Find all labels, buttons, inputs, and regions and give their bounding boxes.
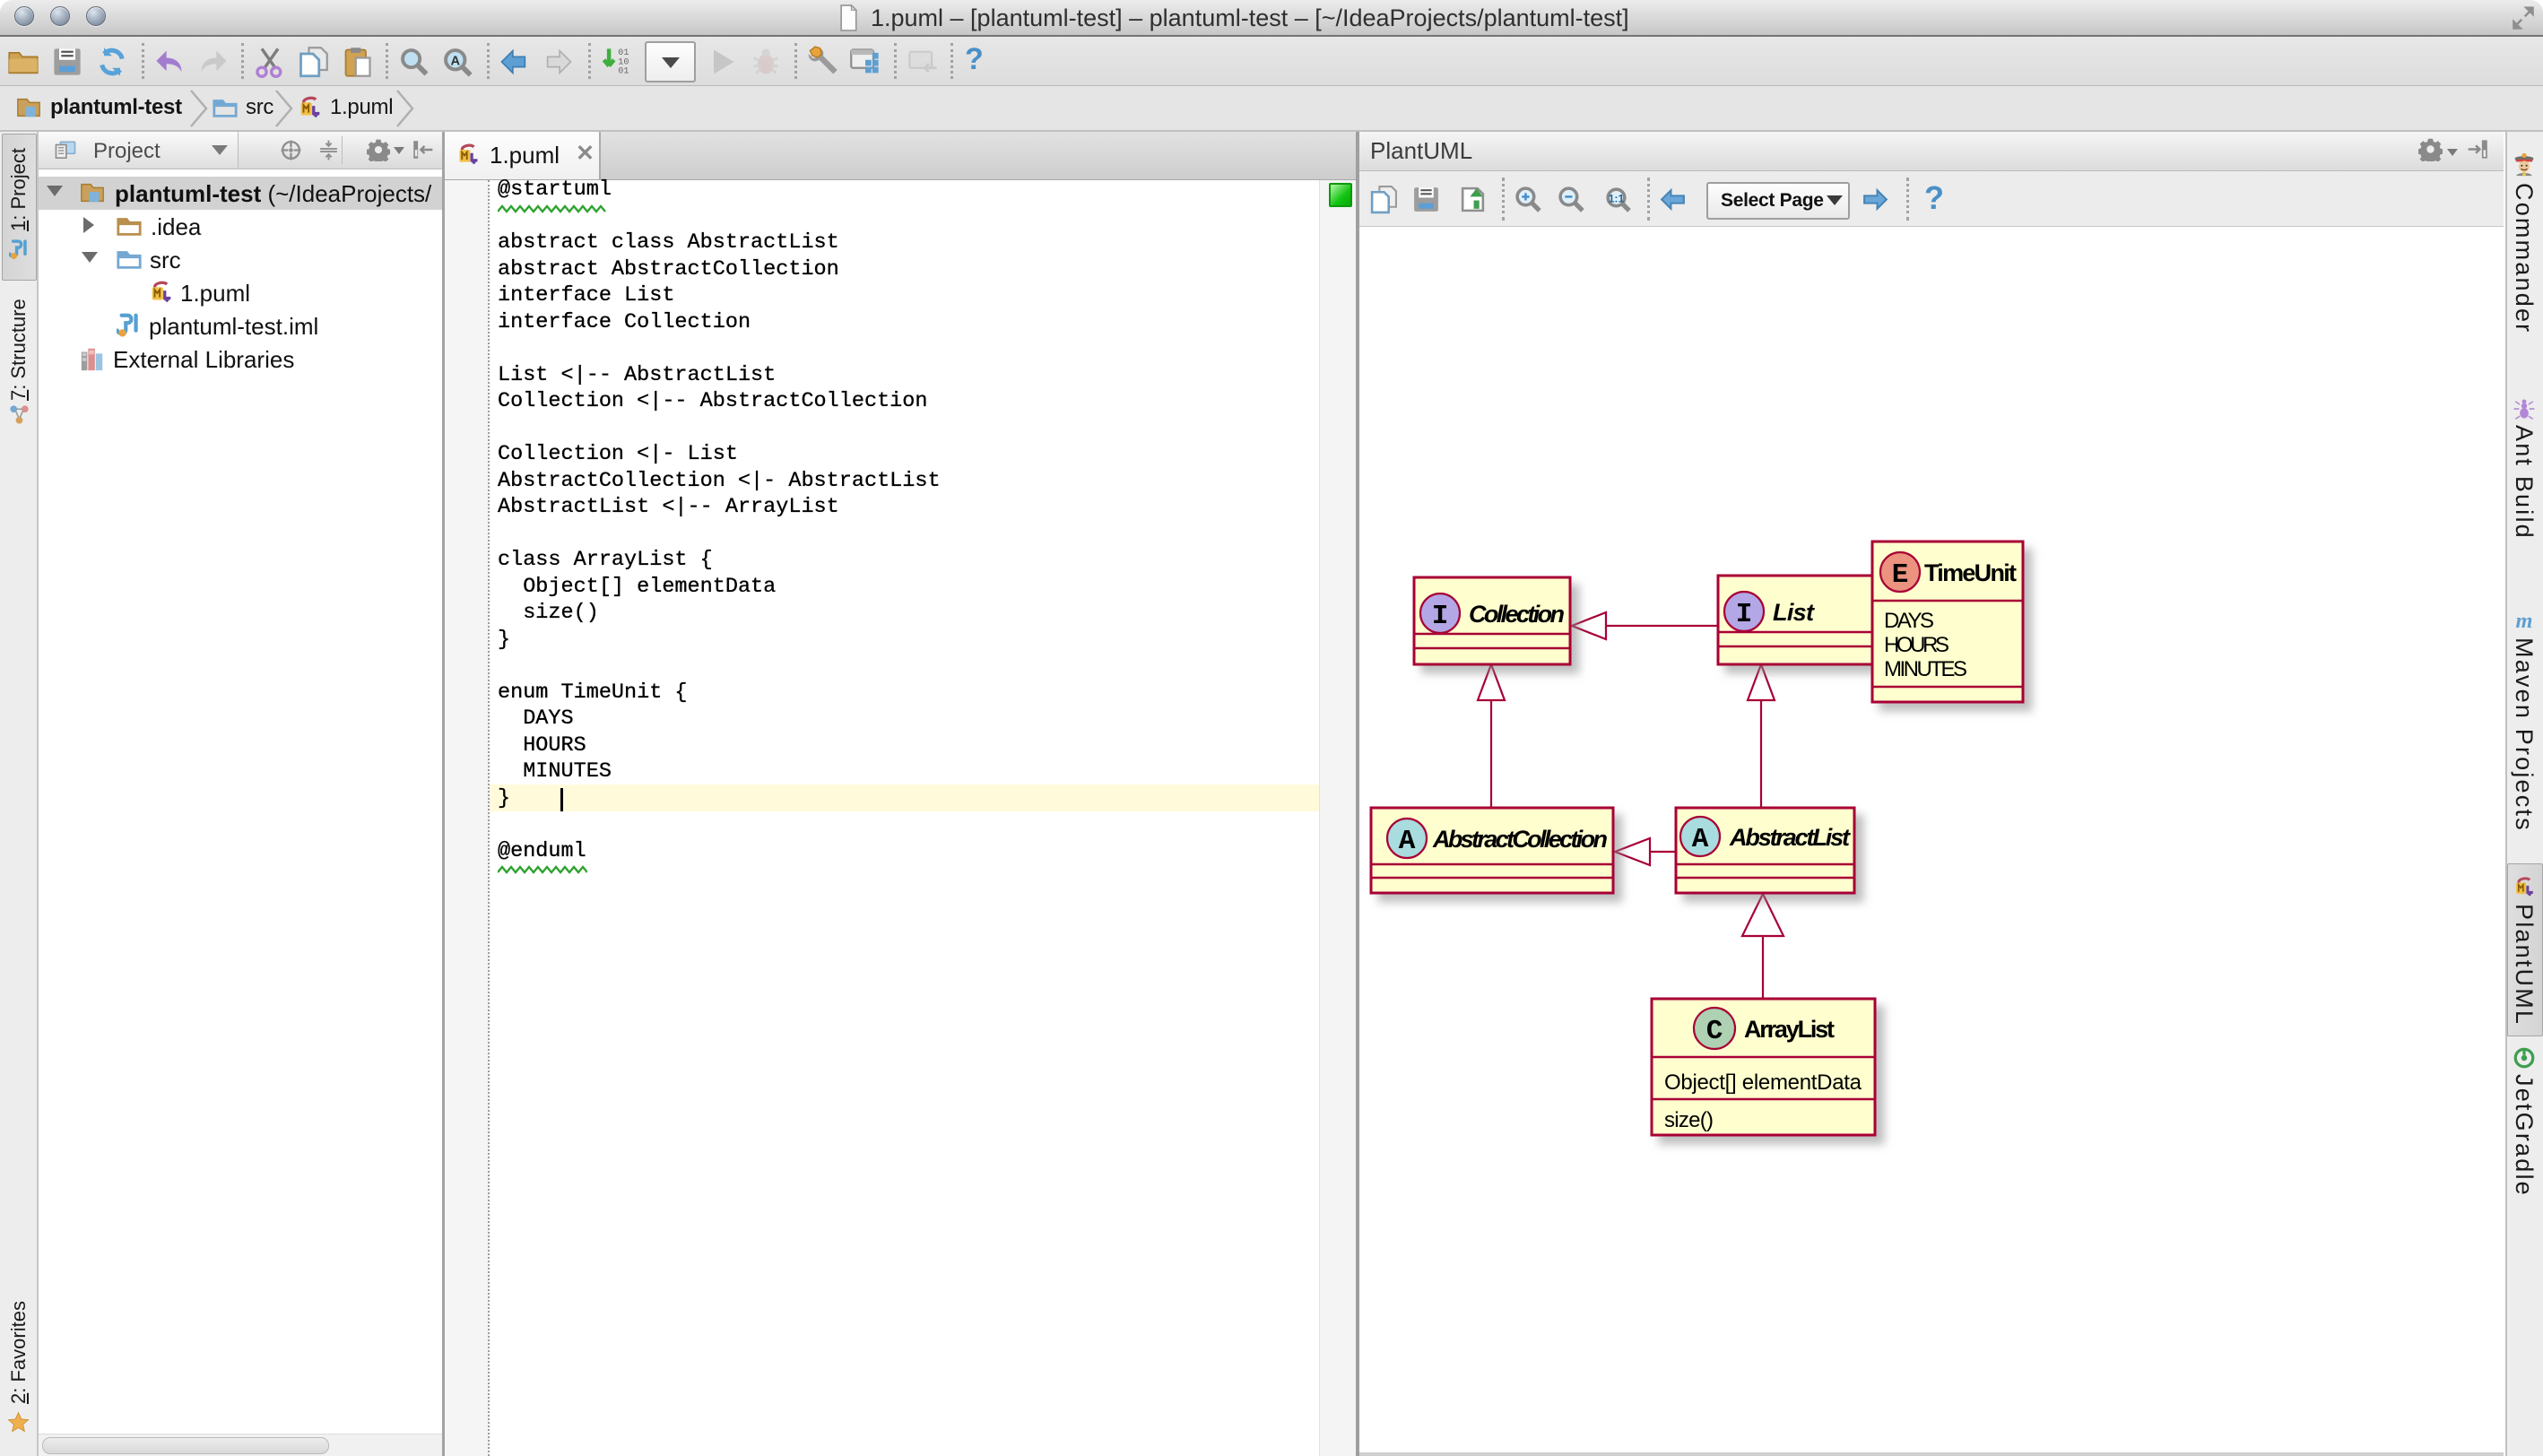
- svg-text:Object[] elementData: Object[] elementData: [1664, 1070, 1862, 1095]
- svg-text:HOURS: HOURS: [1884, 633, 1949, 657]
- svg-text:I: I: [1432, 601, 1449, 632]
- svg-text:Collection: Collection: [1469, 601, 1565, 628]
- svg-text:AbstractCollection: AbstractCollection: [1432, 826, 1608, 853]
- svg-text:I: I: [1736, 599, 1753, 630]
- svg-text:AbstractList: AbstractList: [1729, 824, 1851, 851]
- svg-text:DAYS: DAYS: [1884, 609, 1934, 633]
- svg-text:ArrayList: ArrayList: [1744, 1016, 1835, 1043]
- svg-text:A: A: [1399, 826, 1416, 857]
- svg-text:size(): size(): [1664, 1108, 1714, 1132]
- svg-text:TimeUnit: TimeUnit: [1924, 559, 2017, 586]
- svg-text:MINUTES: MINUTES: [1884, 657, 1967, 681]
- svg-text:C: C: [1706, 1016, 1723, 1047]
- svg-text:E: E: [1892, 559, 1909, 591]
- svg-text:A: A: [1692, 824, 1709, 855]
- svg-text:List: List: [1773, 599, 1815, 626]
